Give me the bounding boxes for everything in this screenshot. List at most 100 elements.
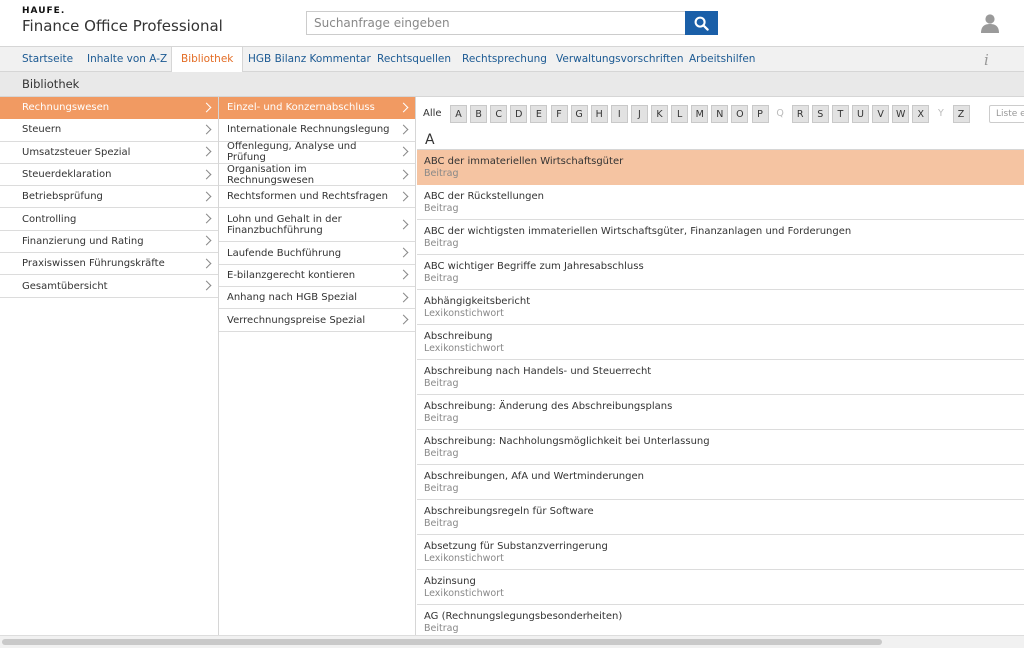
nav-rechtsprechung[interactable]: Rechtsprechung [453,47,556,72]
search-button[interactable] [685,11,718,35]
subcategory-item[interactable]: Offenlegung, Analyse und Prüfung [219,141,415,164]
alphabet-letter[interactable]: E [530,105,548,123]
subcategory-item[interactable]: Rechtsformen und Rechtsfragen [219,186,415,209]
list-filter-input[interactable] [989,105,1024,123]
nav-startseite[interactable]: Startseite [13,47,82,72]
alphabet-letter[interactable]: X [912,105,930,123]
alphabet-letter[interactable]: N [711,105,729,123]
subcategory-item[interactable]: Einzel- und Konzernabschluss [219,97,415,120]
category-item[interactable]: Praxiswissen Führungskräfte [0,253,218,276]
nav-verwaltungsvorschriften[interactable]: Verwaltungsvorschriften [547,47,692,72]
result-title[interactable]: Abschreibung nach Handels- und Steuerrec… [424,365,1024,378]
subcategory-item[interactable]: Lohn und Gehalt in der Finanzbuchführung [219,208,415,243]
nav-inhalte-a-z[interactable]: Inhalte von A-Z [78,47,176,72]
alphabet-letter[interactable]: U [852,105,869,123]
result-title[interactable]: Abschreibungsregeln für Software [424,505,1024,518]
result-item[interactable]: Abschreibung: Nachholungsmöglichkeit bei… [417,430,1024,465]
chevron-right-icon [398,314,409,325]
logo-mark: HAUFE. [22,6,66,16]
subcategory-item[interactable]: Verrechnungspreise Spezial [219,309,415,332]
page-title: Bibliothek [22,77,80,91]
user-icon[interactable] [980,13,1000,33]
alphabet-letter[interactable]: A [450,105,467,123]
category-item[interactable]: Finanzierung und Rating [0,231,218,254]
category-item[interactable]: Rechnungswesen [0,97,218,120]
subcategory-label: Einzel- und Konzernabschluss [227,102,375,114]
result-item[interactable]: Abschreibungsregeln für Software Beitrag [417,500,1024,535]
category-item[interactable]: Betriebsprüfung [0,186,218,209]
alphabet-all[interactable]: Alle [423,105,442,123]
alphabet-letter[interactable]: Z [952,105,970,123]
category-item[interactable]: Umsatzsteuer Spezial [0,142,218,164]
result-title[interactable]: Abschreibung: Nachholungsmöglichkeit bei… [424,435,1024,448]
result-title[interactable]: ABC wichtiger Begriffe zum Jahresabschlu… [424,260,1024,273]
scrollbar-thumb[interactable] [2,639,882,645]
category-item[interactable]: Controlling [0,208,218,231]
haufe-logo[interactable]: HAUFE. Finance Office Professional [22,6,223,36]
result-item[interactable]: ABC der Rückstellungen Beitrag [417,185,1024,220]
subcategory-label: Laufende Buchführung [227,247,342,259]
nav-hgb-bilanz-kommentar[interactable]: HGB Bilanz Kommentar [239,47,380,72]
result-item[interactable]: Abschreibungen, AfA und Wertminderungen B… [417,465,1024,500]
alphabet-letter[interactable]: L [671,105,689,123]
result-title[interactable]: ABC der immateriellen Wirtschaftsgüter [424,155,1024,168]
chevron-right-icon [201,213,212,224]
result-item[interactable]: Abzinsung Lexikonstichwort [417,570,1024,605]
chevron-right-icon [201,235,212,246]
nav-bibliothek[interactable]: Bibliothek [171,47,244,73]
nav-arbeitshilfen[interactable]: Arbeitshilfen [680,47,764,72]
result-title[interactable]: Abhängigkeitsbericht [424,295,1024,308]
result-title[interactable]: Abzinsung [424,575,1024,588]
result-title[interactable]: ABC der Rückstellungen [424,190,1024,203]
alphabet-letter[interactable]: W [892,105,910,123]
result-item[interactable]: ABC der immateriellen Wirtschaftsgüter Be… [417,150,1024,185]
chevron-right-icon [201,124,212,135]
alphabet-letter[interactable]: F [550,105,568,123]
nav-rechtsquellen[interactable]: Rechtsquellen [368,47,460,72]
result-type: Lexikonstichwort [424,588,504,599]
subcategory-item[interactable]: Internationale Rechnungslegung [219,119,415,142]
alphabet-letter[interactable]: G [570,105,588,123]
category-item[interactable]: Gesamtübersicht [0,275,218,298]
alphabet-letter[interactable]: P [751,105,769,123]
result-title[interactable]: Abschreibung [424,330,1024,343]
alphabet-letter[interactable]: C [490,105,508,123]
category-item[interactable]: Steuern [0,119,218,142]
subcategory-item[interactable]: Laufende Buchführung [219,242,415,265]
alphabet-letter[interactable]: R [791,105,809,123]
result-title[interactable]: AG (Rechnungslegungsbesonderheiten) [424,610,1024,623]
alphabet-letter[interactable]: T [831,105,849,123]
category-item[interactable]: Steuerdeklaration [0,164,218,187]
info-icon[interactable]: i [984,51,989,69]
result-item[interactable]: Abschreibung: Änderung des Abschreibungs… [417,395,1024,430]
subcategory-item[interactable]: Organisation im Rechnungswesen [219,164,415,187]
result-item[interactable]: ABC wichtiger Begriffe zum Jahresabschlu… [417,255,1024,290]
alphabet-letter[interactable]: O [731,105,749,123]
result-item[interactable]: ABC der wichtigsten immateriellen Wirtsc… [417,220,1024,255]
result-title[interactable]: Absetzung für Substanzverringerung [424,540,1024,553]
result-item[interactable]: Abhängigkeitsbericht Lexikonstichwort [417,290,1024,325]
alphabet-letter[interactable]: K [651,105,668,123]
result-item[interactable]: Abschreibung Lexikonstichwort [417,325,1024,360]
category-list: Rechnungswesen Steuern Umsatzsteuer Spezia… [0,97,219,635]
alphabet-letter[interactable]: V [872,105,890,123]
chevron-right-icon [398,124,409,135]
alphabet-letter[interactable]: M [691,105,709,123]
result-type: Beitrag [424,448,459,459]
subcategory-item[interactable]: E-bilanzgerecht kontieren [219,265,415,288]
result-item[interactable]: Abschreibung nach Handels- und Steuerrec… [417,360,1024,395]
alphabet-letter[interactable]: D [510,105,528,123]
search-input[interactable] [306,11,686,35]
result-title[interactable]: Abschreibungen, AfA und Wertminderungen [424,470,1024,483]
alphabet-letter[interactable]: S [811,105,829,123]
alphabet-letter[interactable]: B [470,105,488,123]
subcategory-item[interactable]: Anhang nach HGB Spezial [219,287,415,310]
result-title[interactable]: ABC der wichtigsten immateriellen Wirtsc… [424,225,1024,238]
alphabet-letter[interactable]: I [610,105,628,123]
result-title[interactable]: Abschreibung: Änderung des Abschreibungs… [424,400,1024,413]
alphabet-letter[interactable]: H [590,105,608,123]
alphabet-letter[interactable]: J [630,105,648,123]
result-item[interactable]: AG (Rechnungslegungsbesonderheiten) Beitr… [417,605,1024,635]
result-item[interactable]: Absetzung für Substanzverringerung Lexiko… [417,535,1024,570]
horizontal-scrollbar[interactable] [0,635,1024,648]
